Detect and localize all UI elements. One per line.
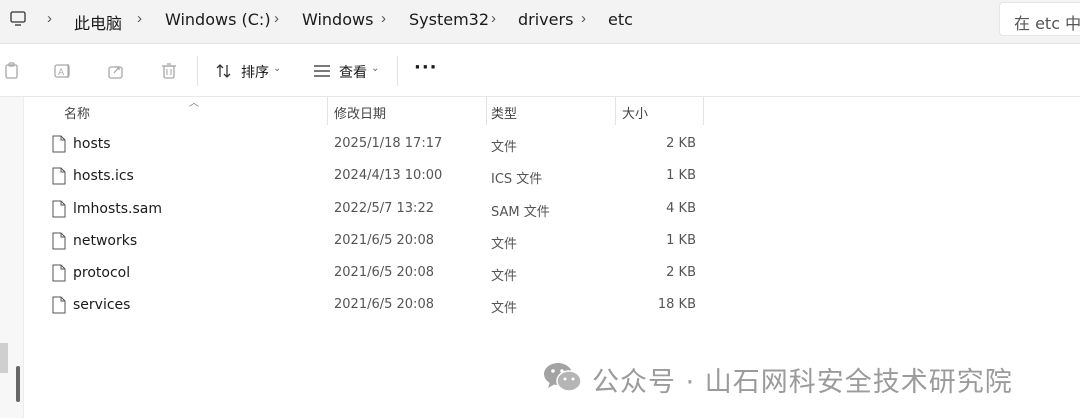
file-type: SAM 文件 — [491, 205, 550, 220]
breadcrumb-this-pc[interactable]: 此电脑 — [74, 10, 122, 34]
file-row[interactable]: lmhosts.sam 2022/5/7 13:22 SAM 文件 4 KB — [44, 194, 704, 226]
file-date: 2021/6/5 20:08 — [334, 265, 434, 280]
file-type: 文件 — [491, 140, 518, 155]
chevron-right-icon[interactable]: › — [47, 10, 57, 28]
file-name: protocol — [73, 265, 131, 281]
file-row[interactable]: protocol 2021/6/5 20:08 文件 2 KB — [44, 258, 704, 290]
rename-icon[interactable]: A — [53, 61, 73, 81]
scrollbar-thumb[interactable] — [16, 366, 20, 402]
file-row[interactable]: hosts 2025/1/18 17:17 文件 2 KB — [44, 129, 704, 161]
file-date: 2021/6/5 20:08 — [334, 297, 434, 312]
more-options-button[interactable]: ··· — [414, 57, 438, 78]
chevron-right-icon[interactable]: › — [274, 10, 284, 28]
column-header: ︿ 名称 修改日期 类型 大小 — [44, 97, 1080, 125]
view-icon[interactable] — [312, 61, 332, 81]
column-name-label: 名称 — [64, 107, 91, 122]
computer-icon[interactable] — [9, 10, 27, 28]
search-placeholder: 在 etc 中搜 — [1014, 14, 1080, 33]
watermark-text: 公众号 · 山石网科安全技术研究院 — [592, 367, 1013, 398]
file-row[interactable]: services 2021/6/5 20:08 文件 18 KB — [44, 290, 704, 322]
column-divider[interactable] — [703, 97, 704, 125]
delete-icon[interactable] — [159, 61, 179, 81]
column-date[interactable]: 修改日期 — [328, 97, 486, 125]
column-type[interactable]: 类型 — [487, 97, 615, 125]
chevron-right-icon[interactable]: › — [491, 10, 501, 28]
chevron-right-icon[interactable]: › — [381, 10, 391, 28]
file-name: services — [73, 297, 131, 313]
file-name: hosts — [73, 136, 111, 152]
file-icon — [52, 200, 66, 218]
file-date: 2025/1/18 17:17 — [334, 136, 443, 151]
file-icon — [52, 167, 66, 185]
wechat-logo-icon — [544, 363, 582, 392]
file-row[interactable]: networks 2021/6/5 20:08 文件 1 KB — [44, 226, 704, 258]
chevron-right-icon[interactable]: › — [581, 10, 591, 28]
address-bar: › 此电脑 › Windows (C:) › Windows › System3… — [0, 0, 1080, 44]
column-size-label: 大小 — [622, 107, 649, 122]
file-size: 2 KB — [666, 265, 696, 280]
file-date: 2021/6/5 20:08 — [334, 233, 434, 248]
toolbar-divider — [197, 56, 198, 86]
breadcrumb-drivers[interactable]: drivers — [518, 10, 573, 29]
paste-icon[interactable] — [2, 61, 22, 81]
column-type-label: 类型 — [491, 107, 518, 122]
file-name: hosts.ics — [73, 168, 134, 184]
chevron-down-icon[interactable]: ⌄ — [273, 63, 281, 74]
breadcrumb-system32[interactable]: System32 — [409, 10, 489, 29]
file-size: 1 KB — [666, 168, 696, 183]
watermark: 公众号 · 山石网科安全技术研究院 — [542, 358, 1062, 398]
chevron-down-icon[interactable]: ⌄ — [371, 63, 379, 74]
file-date: 2024/4/13 10:00 — [334, 168, 443, 183]
breadcrumb-drive-c[interactable]: Windows (C:) — [165, 10, 271, 29]
file-type: 文件 — [491, 269, 518, 284]
column-date-label: 修改日期 — [334, 107, 387, 122]
file-icon — [52, 296, 66, 314]
file-size: 18 KB — [657, 297, 696, 312]
toolbar-divider — [397, 56, 398, 86]
sort-icon[interactable] — [214, 61, 234, 81]
chevron-right-icon[interactable]: › — [137, 10, 147, 28]
file-type: ICS 文件 — [491, 172, 543, 187]
file-name: lmhosts.sam — [73, 201, 163, 217]
column-size[interactable]: 大小 — [616, 97, 703, 125]
search-input[interactable]: 在 etc 中搜 — [999, 2, 1080, 36]
breadcrumb-etc[interactable]: etc — [608, 10, 633, 29]
file-size: 2 KB — [666, 136, 696, 151]
file-type: 文件 — [491, 237, 518, 252]
sort-button[interactable]: 排序 — [241, 62, 269, 82]
file-name: networks — [73, 233, 138, 249]
file-icon — [52, 135, 66, 153]
file-icon — [52, 232, 66, 250]
scroll-indicator[interactable] — [0, 343, 8, 373]
file-date: 2022/5/7 13:22 — [334, 201, 434, 216]
file-icon — [52, 264, 66, 282]
command-bar: A 排序 ⌄ 查看 ⌄ ··· — [0, 45, 1080, 97]
svg-text:A: A — [58, 68, 65, 78]
column-name[interactable]: 名称 — [44, 97, 327, 125]
share-icon[interactable] — [106, 61, 126, 81]
file-size: 4 KB — [666, 201, 696, 216]
view-button[interactable]: 查看 — [339, 62, 367, 82]
breadcrumb-windows[interactable]: Windows — [302, 10, 373, 29]
file-type: 文件 — [491, 301, 518, 316]
file-row[interactable]: hosts.ics 2024/4/13 10:00 ICS 文件 1 KB — [44, 161, 704, 193]
file-size: 1 KB — [666, 233, 696, 248]
